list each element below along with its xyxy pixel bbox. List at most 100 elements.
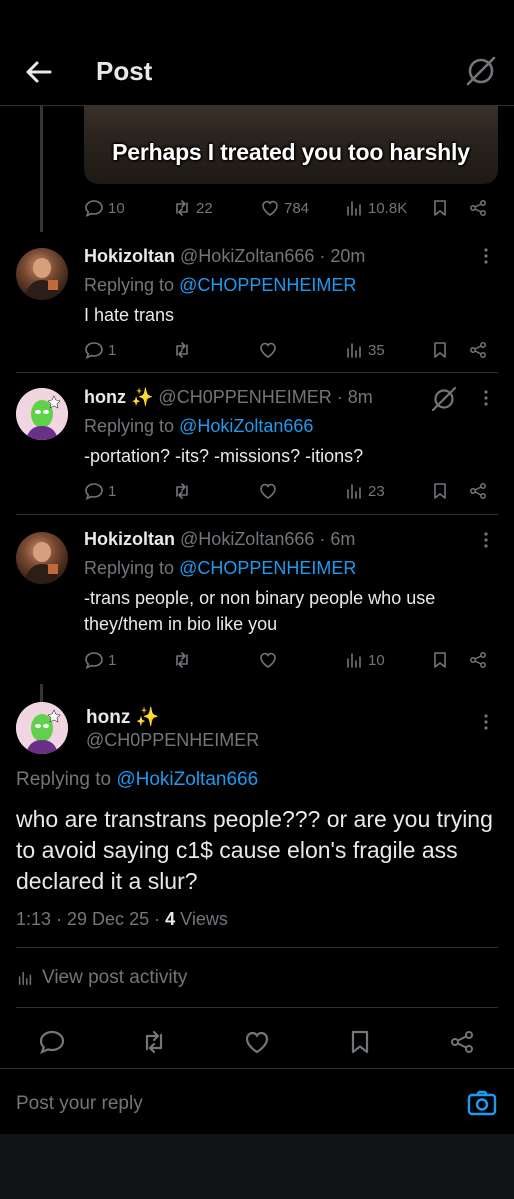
more-options-icon[interactable] [480, 712, 492, 732]
heart-icon [260, 483, 276, 499]
like-button[interactable] [258, 650, 278, 670]
reply-actions: 1 10 [84, 650, 498, 674]
reply-author[interactable]: honz ✨ @CH0PPENHEIMER · 8m [84, 387, 373, 408]
timestamp: 1:13 · 29 Dec 25 · [16, 909, 161, 929]
reply-button[interactable] [38, 1028, 66, 1056]
share-button[interactable] [468, 650, 488, 670]
display-name[interactable]: honz ✨ [86, 705, 159, 729]
bookmark-icon [434, 342, 446, 358]
view-activity-label: View post activity [42, 967, 188, 988]
share-icon [451, 1031, 473, 1053]
repost-button[interactable] [172, 481, 192, 501]
avatar[interactable] [16, 248, 68, 300]
reply-author[interactable]: Hokizoltan @HokiZoltan666 · 6m [84, 529, 355, 550]
reply-button[interactable]: 1 [84, 340, 116, 360]
comment-icon [85, 483, 103, 501]
display-name: Hokizoltan [84, 529, 176, 549]
repost-button[interactable] [172, 650, 192, 670]
system-nav-area [0, 1134, 514, 1199]
heart-icon [260, 652, 276, 668]
reply-text: -portation? -its? -missions? -itions? [84, 446, 364, 466]
reply-button[interactable]: 1 [84, 650, 116, 670]
replying-to: Replying to @HokiZoltan666 [84, 416, 313, 437]
reply-input[interactable]: Post your reply [16, 1093, 143, 1115]
arrow-left-icon[interactable] [22, 56, 54, 88]
bookmark-button[interactable] [430, 481, 450, 501]
mention-link[interactable]: @CHOPPENHEIMER [179, 275, 356, 295]
bookmark-button[interactable] [346, 1028, 374, 1056]
camera-icon[interactable] [466, 1087, 498, 1119]
thread-line [40, 106, 43, 232]
reply-actions: 1 35 [84, 340, 498, 364]
views-button[interactable]: 23 [344, 481, 385, 501]
tweet-actions: 10 22 784 10.8K [84, 198, 498, 222]
repost-button[interactable] [172, 340, 192, 360]
share-icon [470, 200, 486, 216]
mention-link[interactable]: @CHOPPENHEIMER [179, 558, 356, 578]
mention-link[interactable]: @HokiZoltan666 [116, 769, 258, 790]
bookmark-button[interactable] [430, 198, 450, 218]
handle: @HokiZoltan666 [180, 529, 315, 549]
thread-line [40, 684, 43, 702]
views-button[interactable]: 10.8K [344, 198, 407, 218]
reply-button[interactable]: 1 [84, 481, 116, 501]
views-button[interactable]: 35 [344, 340, 385, 360]
divider [16, 514, 498, 515]
grok-icon[interactable] [430, 385, 458, 413]
comment-icon [85, 652, 103, 670]
handle[interactable]: @CH0PPENHEIMER [86, 730, 259, 751]
like-button[interactable] [258, 340, 278, 360]
repost-icon [176, 652, 188, 668]
bookmark-button[interactable] [430, 650, 450, 670]
grok-icon[interactable] [464, 54, 498, 88]
like-button[interactable] [258, 481, 278, 501]
view-activity-link[interactable]: View post activity [16, 967, 187, 989]
like-button[interactable]: 784 [260, 198, 309, 218]
reply-text: -trans people, or non binary people who … [84, 588, 436, 634]
views-label: Views [180, 909, 228, 929]
tweet-media[interactable]: Perhaps I treated you too harshly [84, 106, 498, 184]
views-count: 4 [165, 909, 176, 929]
avatar[interactable] [16, 702, 68, 754]
replying-to: Replying to @HokiZoltan666 [16, 769, 258, 791]
mention-link[interactable]: @HokiZoltan666 [179, 416, 313, 436]
views-icon [347, 484, 361, 499]
replying-to: Replying to @CHOPPENHEIMER [84, 275, 356, 296]
share-button[interactable] [448, 1028, 476, 1056]
repost-button[interactable] [140, 1028, 168, 1056]
reply-button[interactable]: 10 [84, 198, 125, 218]
handle: @CH0PPENHEIMER [158, 387, 332, 407]
more-options-icon[interactable] [480, 530, 492, 550]
share-button[interactable] [468, 481, 488, 501]
repost-button[interactable]: 22 [172, 198, 213, 218]
like-button[interactable] [243, 1028, 271, 1056]
avatar[interactable] [16, 532, 68, 584]
share-button[interactable] [468, 340, 488, 360]
divider [16, 372, 498, 373]
more-options-icon[interactable] [480, 246, 492, 266]
reply-actions: 1 23 [84, 481, 498, 505]
divider [16, 1007, 498, 1008]
replying-label: Replying to [84, 558, 175, 578]
views-button[interactable]: 10 [344, 650, 385, 670]
page-title: Post [96, 56, 153, 86]
more-options-icon[interactable] [480, 388, 492, 408]
heart-icon [245, 1031, 269, 1054]
like-count: 784 [284, 199, 310, 217]
bookmark-icon [434, 200, 446, 216]
views-icon [18, 971, 32, 986]
timestamp: · 20m [319, 246, 366, 266]
heart-icon [262, 200, 278, 216]
reply-count: 1 [108, 341, 117, 359]
avatar[interactable] [16, 388, 68, 440]
heart-icon [260, 342, 276, 358]
replying-label: Replying to [16, 769, 112, 790]
share-button[interactable] [468, 198, 488, 218]
replying-to: Replying to @CHOPPENHEIMER [84, 558, 356, 579]
repost-icon [145, 1030, 163, 1054]
views-count: 10.8K [368, 199, 408, 217]
reply-author[interactable]: Hokizoltan @HokiZoltan666 · 20m [84, 246, 365, 267]
bookmark-icon [351, 1030, 369, 1054]
bookmark-button[interactable] [430, 340, 450, 360]
media-caption: Perhaps I treated you too harshly [112, 139, 470, 165]
